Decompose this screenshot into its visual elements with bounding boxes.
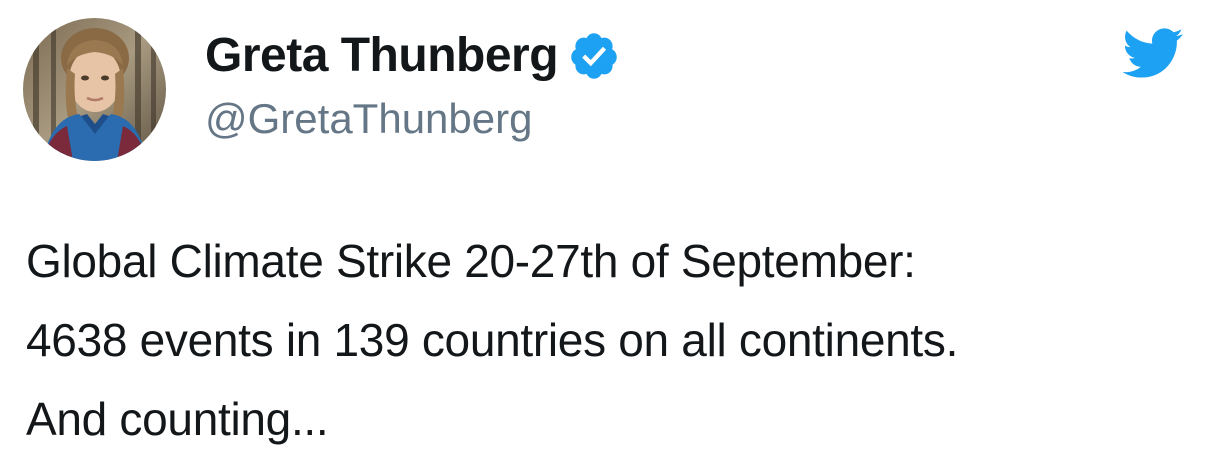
avatar[interactable] xyxy=(23,18,166,161)
author-name-row: Greta Thunberg xyxy=(205,26,620,86)
tweet-text-line: 4638 events in 139 countries on all cont… xyxy=(26,314,959,366)
display-name[interactable]: Greta Thunberg xyxy=(205,26,559,86)
tweet-text-line: And counting... xyxy=(26,393,329,445)
author-handle[interactable]: @GretaThunberg xyxy=(205,92,532,146)
tweet-text: Global Climate Strike 20-27th of Septemb… xyxy=(26,222,1196,459)
avatar-image xyxy=(23,18,166,161)
tweet-card: Greta Thunberg @GretaThunberg Global Cli… xyxy=(0,0,1207,475)
tweet-text-line: Global Climate Strike 20-27th of Septemb… xyxy=(26,235,916,287)
twitter-bird-icon[interactable] xyxy=(1120,26,1184,80)
verified-badge-icon xyxy=(568,30,620,82)
